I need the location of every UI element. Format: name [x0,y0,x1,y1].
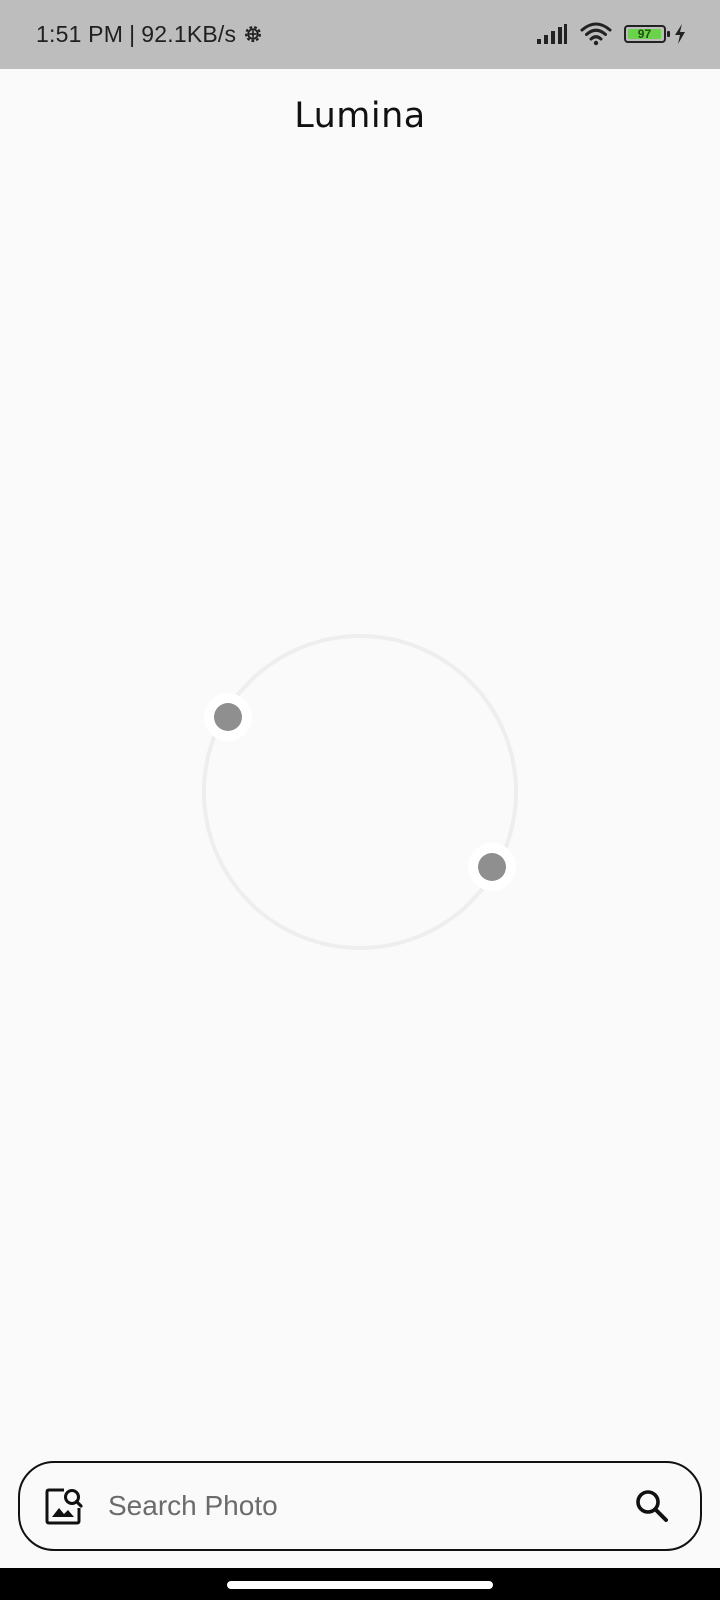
charging-bolt-icon [674,23,686,45]
image-search-icon[interactable] [44,1486,84,1526]
system-nav-bar [0,1568,720,1600]
loading-spinner [190,622,530,962]
loading-spinner-graphic [202,634,518,950]
loader-dot-left [214,703,242,731]
status-bar: 1:51 PM | 92.1KB/s 97 [0,0,720,69]
app-screen: 1:51 PM | 92.1KB/s 97 Lumina Search Phot… [0,0,720,1600]
battery-nub [667,31,670,37]
search-bar [18,1461,702,1551]
battery-icon: 97 [624,25,670,43]
status-separator: | [129,20,136,47]
status-right: 97 [536,18,686,50]
loader-ring [202,634,518,950]
settings-gear-icon [242,23,264,45]
search-icon [636,1490,668,1522]
loader-dot-right [478,853,506,881]
search-input[interactable] [106,1475,630,1537]
app-title: Lumina [294,96,426,136]
battery-level: 97 [628,28,661,40]
status-time: 1:51 PM [36,20,124,47]
wifi-icon [580,22,612,46]
search-button[interactable] [630,1484,674,1528]
status-left: 1:51 PM | 92.1KB/s [36,18,264,50]
home-indicator[interactable] [227,1581,493,1589]
network-speed: 92.1KB/s [141,20,237,47]
signal-icon [536,23,568,45]
